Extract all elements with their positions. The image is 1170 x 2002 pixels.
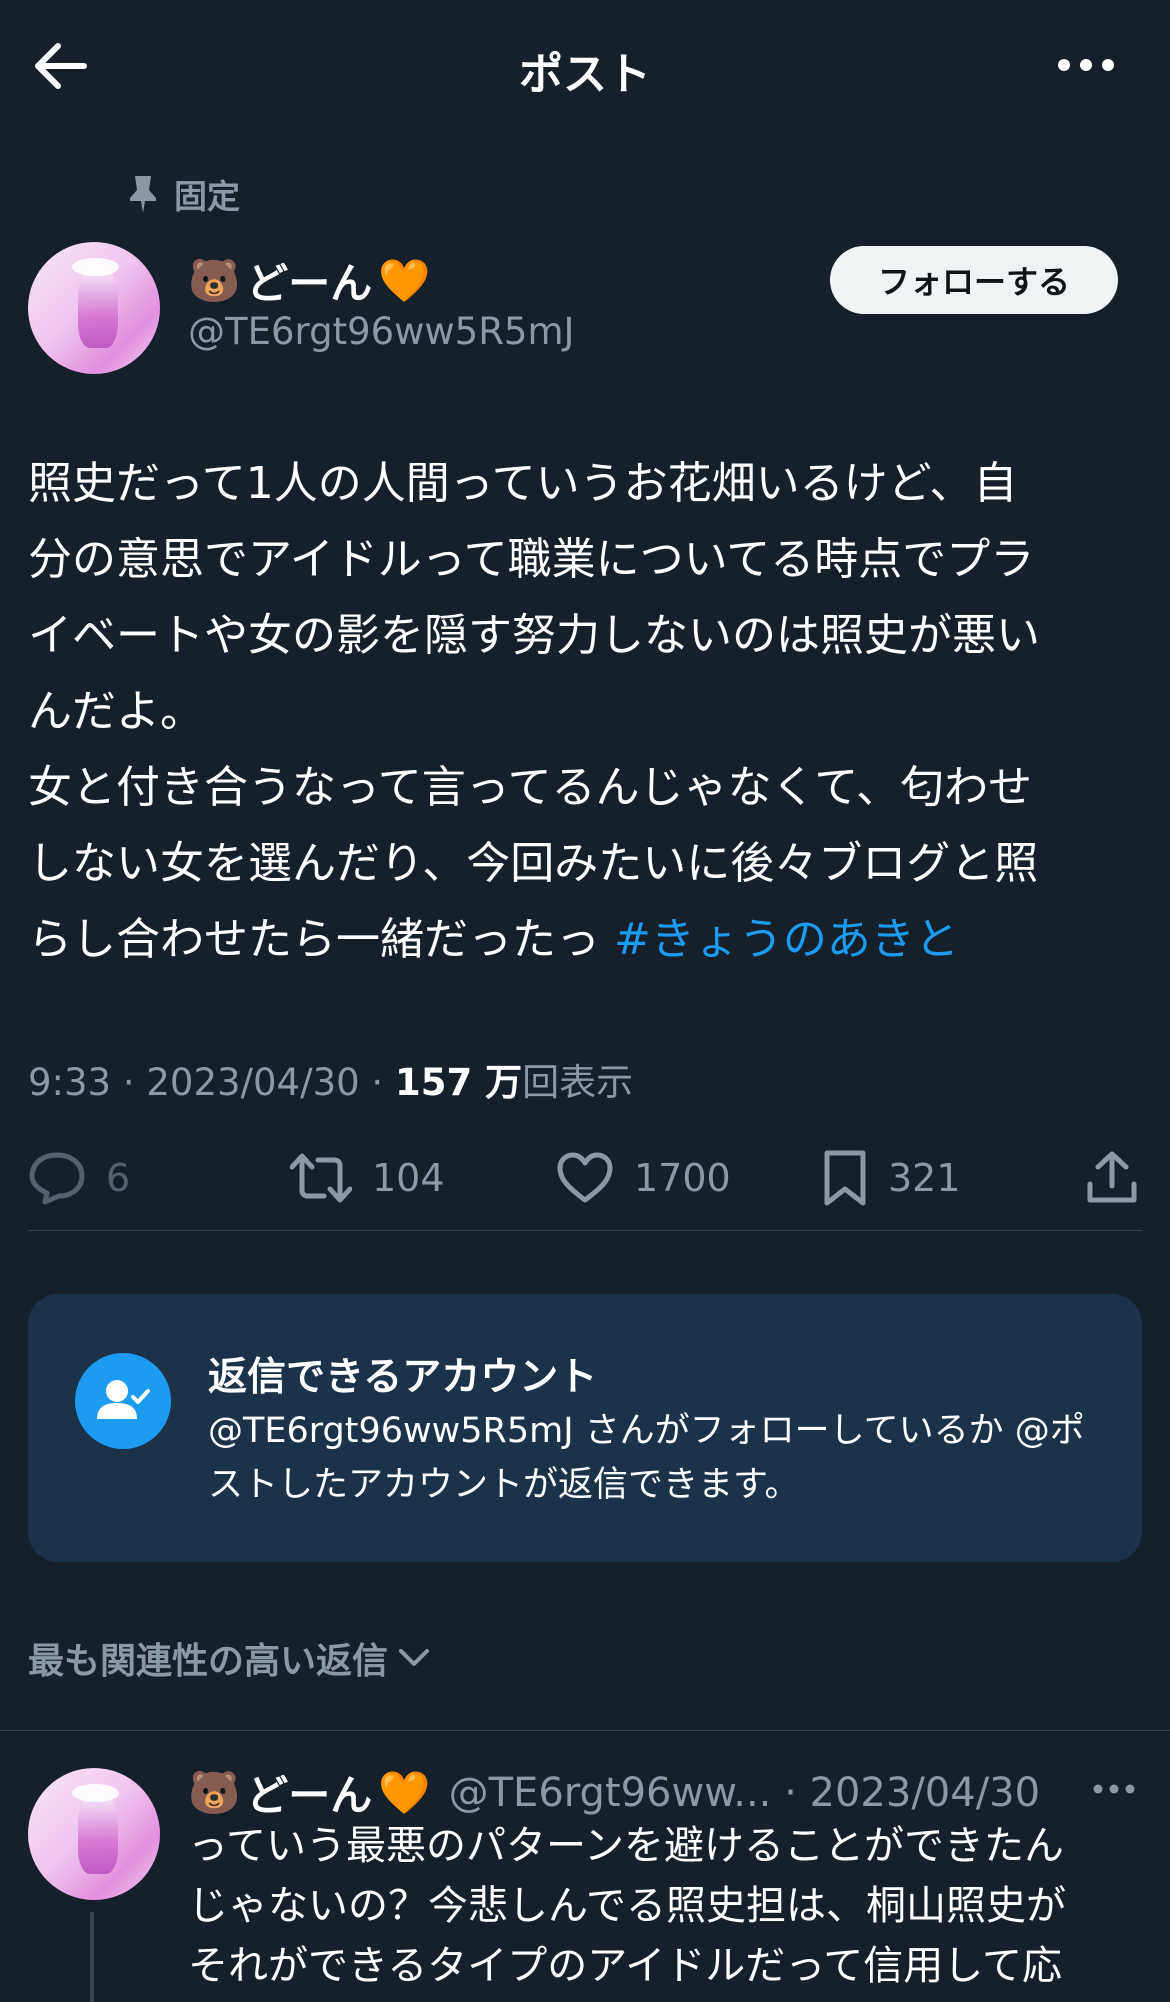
bookmark-count: 321 [888, 1156, 961, 1200]
avatar[interactable] [28, 242, 160, 374]
post-text: 照史だって1人の人間っていうお花畑いるけど、自 分の意思でアイドルって職業につい… [28, 446, 1143, 978]
pin-icon [130, 176, 156, 213]
more-button[interactable] [1055, 52, 1117, 78]
sort-label: 最も関連性の高い返信 [28, 1641, 389, 1682]
share-button[interactable] [1086, 1140, 1138, 1216]
reply-author-name[interactable]: 🐻 どーん 🧡 [188, 1762, 431, 1823]
pinned-indicator: 固定 [128, 172, 240, 216]
author-handle[interactable]: @TE6rgt96ww5R5mJ [188, 310, 574, 353]
repost-button[interactable]: 104 [290, 1140, 445, 1216]
thread-line [90, 1912, 94, 2002]
page-title: ポスト [519, 49, 651, 100]
heart-icon [557, 1152, 613, 1203]
reply-text: っていう最悪のパターンを避けることができたん じゃないの？今悲しんでる照史担は、… [188, 1823, 1066, 1989]
more-horizontal-icon [1058, 59, 1114, 71]
chevron-down-icon [399, 1649, 430, 1666]
divider [0, 1730, 1170, 1731]
heart-emoji: 🧡 [378, 1767, 431, 1817]
repost-icon [290, 1153, 352, 1203]
author-name[interactable]: 🐻 どーん 🧡 [188, 250, 431, 311]
user-check-icon [97, 1380, 150, 1419]
reply-display-name: どーん [246, 1771, 373, 1820]
divider [28, 1230, 1142, 1231]
views-label: 回表示 [522, 1061, 634, 1104]
repost-count: 104 [372, 1156, 445, 1200]
pinned-label: 固定 [174, 177, 240, 216]
bear-emoji: 🐻 [188, 255, 241, 305]
bookmark-icon [824, 1150, 866, 1206]
author-display-name: どーん [246, 259, 373, 308]
share-icon [1087, 1151, 1137, 1203]
action-bar: 6 104 1700 321 [0, 1140, 1170, 1216]
reply-header: 🐻 どーん 🧡 @TE6rgt96ww... · 2023/04/30 [188, 1762, 1068, 1823]
post-body: 照史だって1人の人間っていうお花畑いるけど、自 分の意思でアイドルって職業につい… [28, 458, 1040, 965]
like-count: 1700 [634, 1156, 731, 1200]
reply-icon [29, 1152, 85, 1205]
reply-restriction-title: 返信できるアカウント [208, 1355, 598, 1400]
reply-sort-dropdown[interactable]: 最も関連性の高い返信 [28, 1632, 430, 1684]
like-button[interactable]: 1700 [556, 1140, 731, 1216]
reply-count: 6 [106, 1156, 131, 1200]
post-meta: 9:33 · 2023/04/30 · 157 万回表示 [28, 1061, 634, 1104]
follow-button[interactable]: フォローする [830, 246, 1118, 314]
bookmark-button[interactable]: 321 [822, 1140, 961, 1216]
reply-handle-date[interactable]: @TE6rgt96ww... · 2023/04/30 [449, 1770, 1040, 1816]
hashtag-link[interactable]: #きょうのあきと [614, 914, 959, 965]
post-date[interactable]: 2023/04/30 [146, 1061, 359, 1104]
reply-more-button[interactable] [1092, 1782, 1136, 1796]
reply-restriction-body: @TE6rgt96ww5R5mJ さんがフォローしているか @ポストしたアカウン… [208, 1411, 1085, 1505]
more-horizontal-icon [1093, 1784, 1135, 1794]
info-icon-circle [75, 1353, 171, 1449]
post-time[interactable]: 9:33 [28, 1061, 111, 1104]
heart-emoji: 🧡 [378, 255, 431, 305]
views-count: 157 万 [394, 1061, 523, 1104]
reply-avatar[interactable] [28, 1768, 160, 1900]
reply-button[interactable]: 6 [28, 1140, 130, 1216]
bear-emoji: 🐻 [188, 1767, 241, 1817]
